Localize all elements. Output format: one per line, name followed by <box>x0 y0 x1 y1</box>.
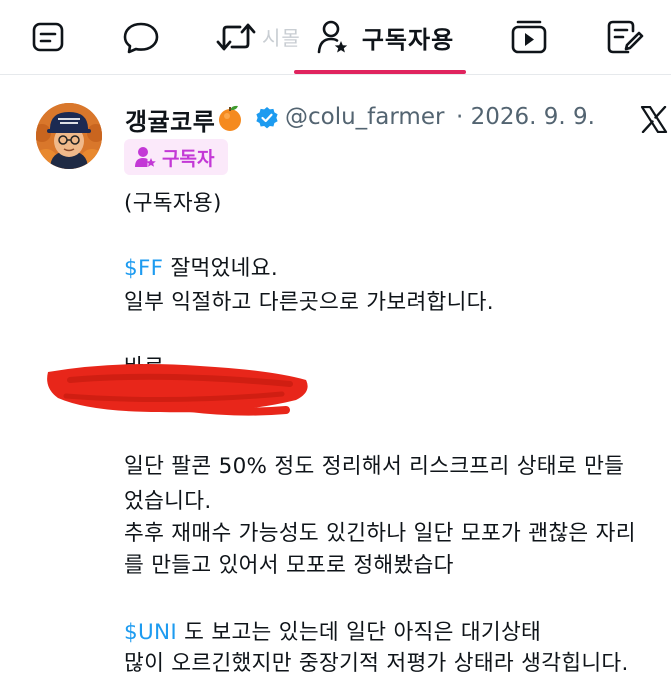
post-line-8: 를 만들고 있어서 모포로 정해봤습다 <box>124 553 454 578</box>
post-line-6: 었습니다. <box>124 489 212 514</box>
post-line-9: $UNI 도 보고는 있는데 일단 아직은 대기상태 <box>124 615 541 646</box>
post-line-9-text: 도 보고는 있는데 일단 아직은 대기상태 <box>177 620 542 645</box>
post-line-7: 추후 재매수 가능성도 있긴하나 일단 모포가 괜찮은 자리 <box>124 521 636 546</box>
post-line-10: 많이 오르긴했지만 중장기적 저평가 상태라 생각힙니다. <box>124 651 629 676</box>
cashtag-uni[interactable]: $UNI <box>124 620 177 645</box>
post-line-5: 일단 팔콘 50% 정도 정리해서 리스크프리 상태로 만들 <box>124 454 625 479</box>
